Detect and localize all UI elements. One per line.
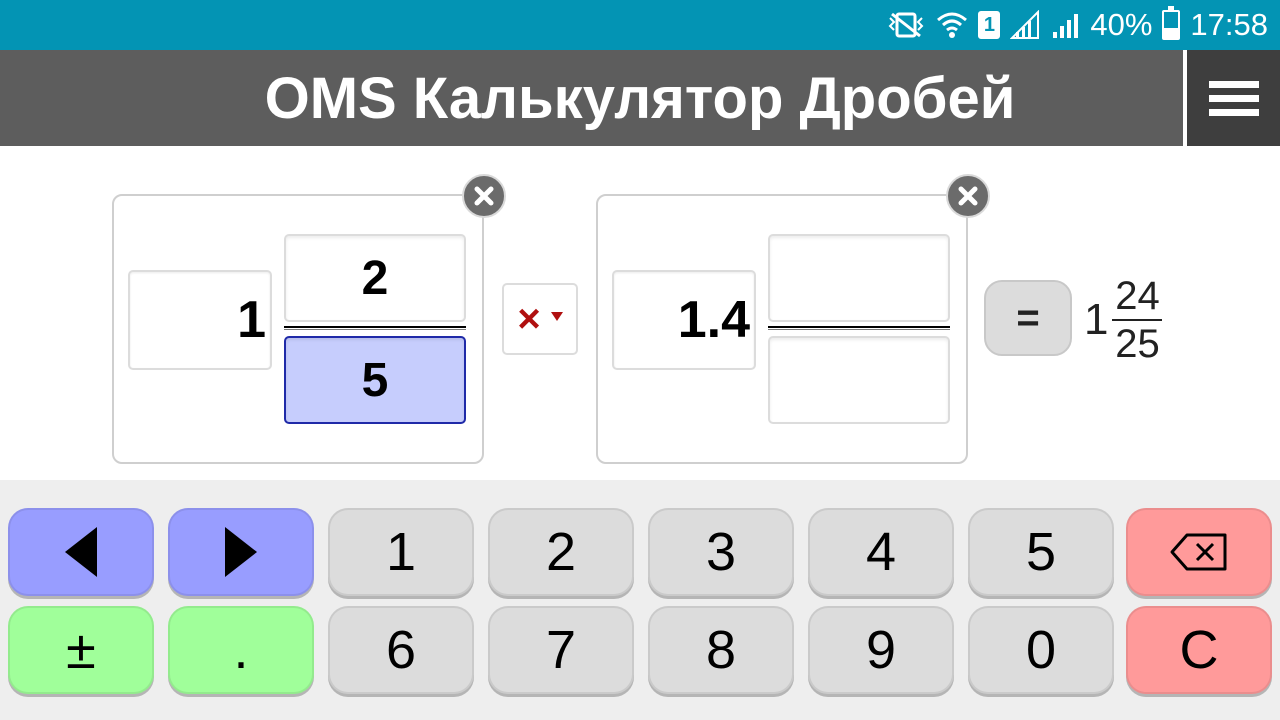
result-fraction: 24 25: [1112, 273, 1163, 367]
operator-select[interactable]: ×: [502, 283, 578, 355]
fraction1-denominator-input[interactable]: 5: [284, 336, 466, 424]
close-icon: [474, 186, 494, 206]
hamburger-menu-icon[interactable]: [1183, 50, 1280, 146]
cursor-right-button[interactable]: [168, 508, 314, 596]
vibrate-icon: [888, 12, 924, 38]
arrow-left-icon: [65, 527, 97, 577]
caret-down-icon: [550, 311, 563, 321]
result-whole: 1: [1084, 295, 1109, 344]
clear-fraction2-button[interactable]: [946, 174, 990, 218]
fraction-panel-1: 1 2 5: [112, 174, 506, 464]
key-5-button[interactable]: 5: [968, 508, 1114, 596]
fraction-panel-2: 1.4: [596, 174, 990, 464]
plus-minus-button[interactable]: ±: [8, 606, 154, 694]
key-0-button[interactable]: 0: [968, 606, 1114, 694]
decimal-point-button[interactable]: .: [168, 606, 314, 694]
fraction2-numerator-input[interactable]: [768, 234, 950, 322]
key-2-button[interactable]: 2: [488, 508, 634, 596]
clear-fraction1-button[interactable]: [462, 174, 506, 218]
result-denominator: 25: [1115, 322, 1160, 366]
key-1-button[interactable]: 1: [328, 508, 474, 596]
close-icon: [958, 186, 978, 206]
battery-fill: [1164, 27, 1179, 38]
result-numerator: 24: [1115, 274, 1160, 318]
fraction2-whole-input[interactable]: 1.4: [612, 270, 756, 370]
battery-percent: 40%: [1090, 7, 1153, 42]
backspace-button[interactable]: [1126, 508, 1272, 596]
operator-symbol: ×: [517, 296, 541, 341]
backspace-icon: [1170, 533, 1227, 571]
status-bar: 1 40% 17:58: [0, 0, 1280, 50]
wifi-icon: [937, 12, 968, 38]
key-4-button[interactable]: 4: [808, 508, 954, 596]
arrow-right-icon: [225, 527, 257, 577]
key-8-button[interactable]: 8: [648, 606, 794, 694]
app-title: OMS Калькулятор Дробей: [264, 65, 1016, 131]
key-9-button[interactable]: 9: [808, 606, 954, 694]
sim-icon: 1: [978, 11, 1001, 39]
battery-icon: [1162, 6, 1181, 40]
equals-button[interactable]: =: [984, 280, 1072, 356]
fraction2-denominator-input[interactable]: [768, 336, 950, 424]
fraction1-whole-input[interactable]: 1: [128, 270, 272, 370]
status-icons: 1 40% 17:58: [886, 0, 1268, 50]
app-bar: OMS Калькулятор Дробей: [0, 50, 1280, 146]
signal-icon: [1053, 14, 1079, 38]
fraction1-line: [284, 326, 466, 330]
clear-all-button[interactable]: C: [1126, 606, 1272, 694]
result: 1 24 25: [1084, 270, 1163, 370]
key-6-button[interactable]: 6: [328, 606, 474, 694]
signal-icon: [1010, 10, 1040, 39]
status-time: 17:58: [1190, 7, 1268, 42]
key-3-button[interactable]: 3: [648, 508, 794, 596]
keypad: 1 2 3 4 5 ± . 6 7 8 9 0 C: [0, 480, 1280, 720]
cursor-left-button[interactable]: [8, 508, 154, 596]
fraction1-numerator-input[interactable]: 2: [284, 234, 466, 322]
fraction2-line: [768, 326, 950, 330]
key-7-button[interactable]: 7: [488, 606, 634, 694]
